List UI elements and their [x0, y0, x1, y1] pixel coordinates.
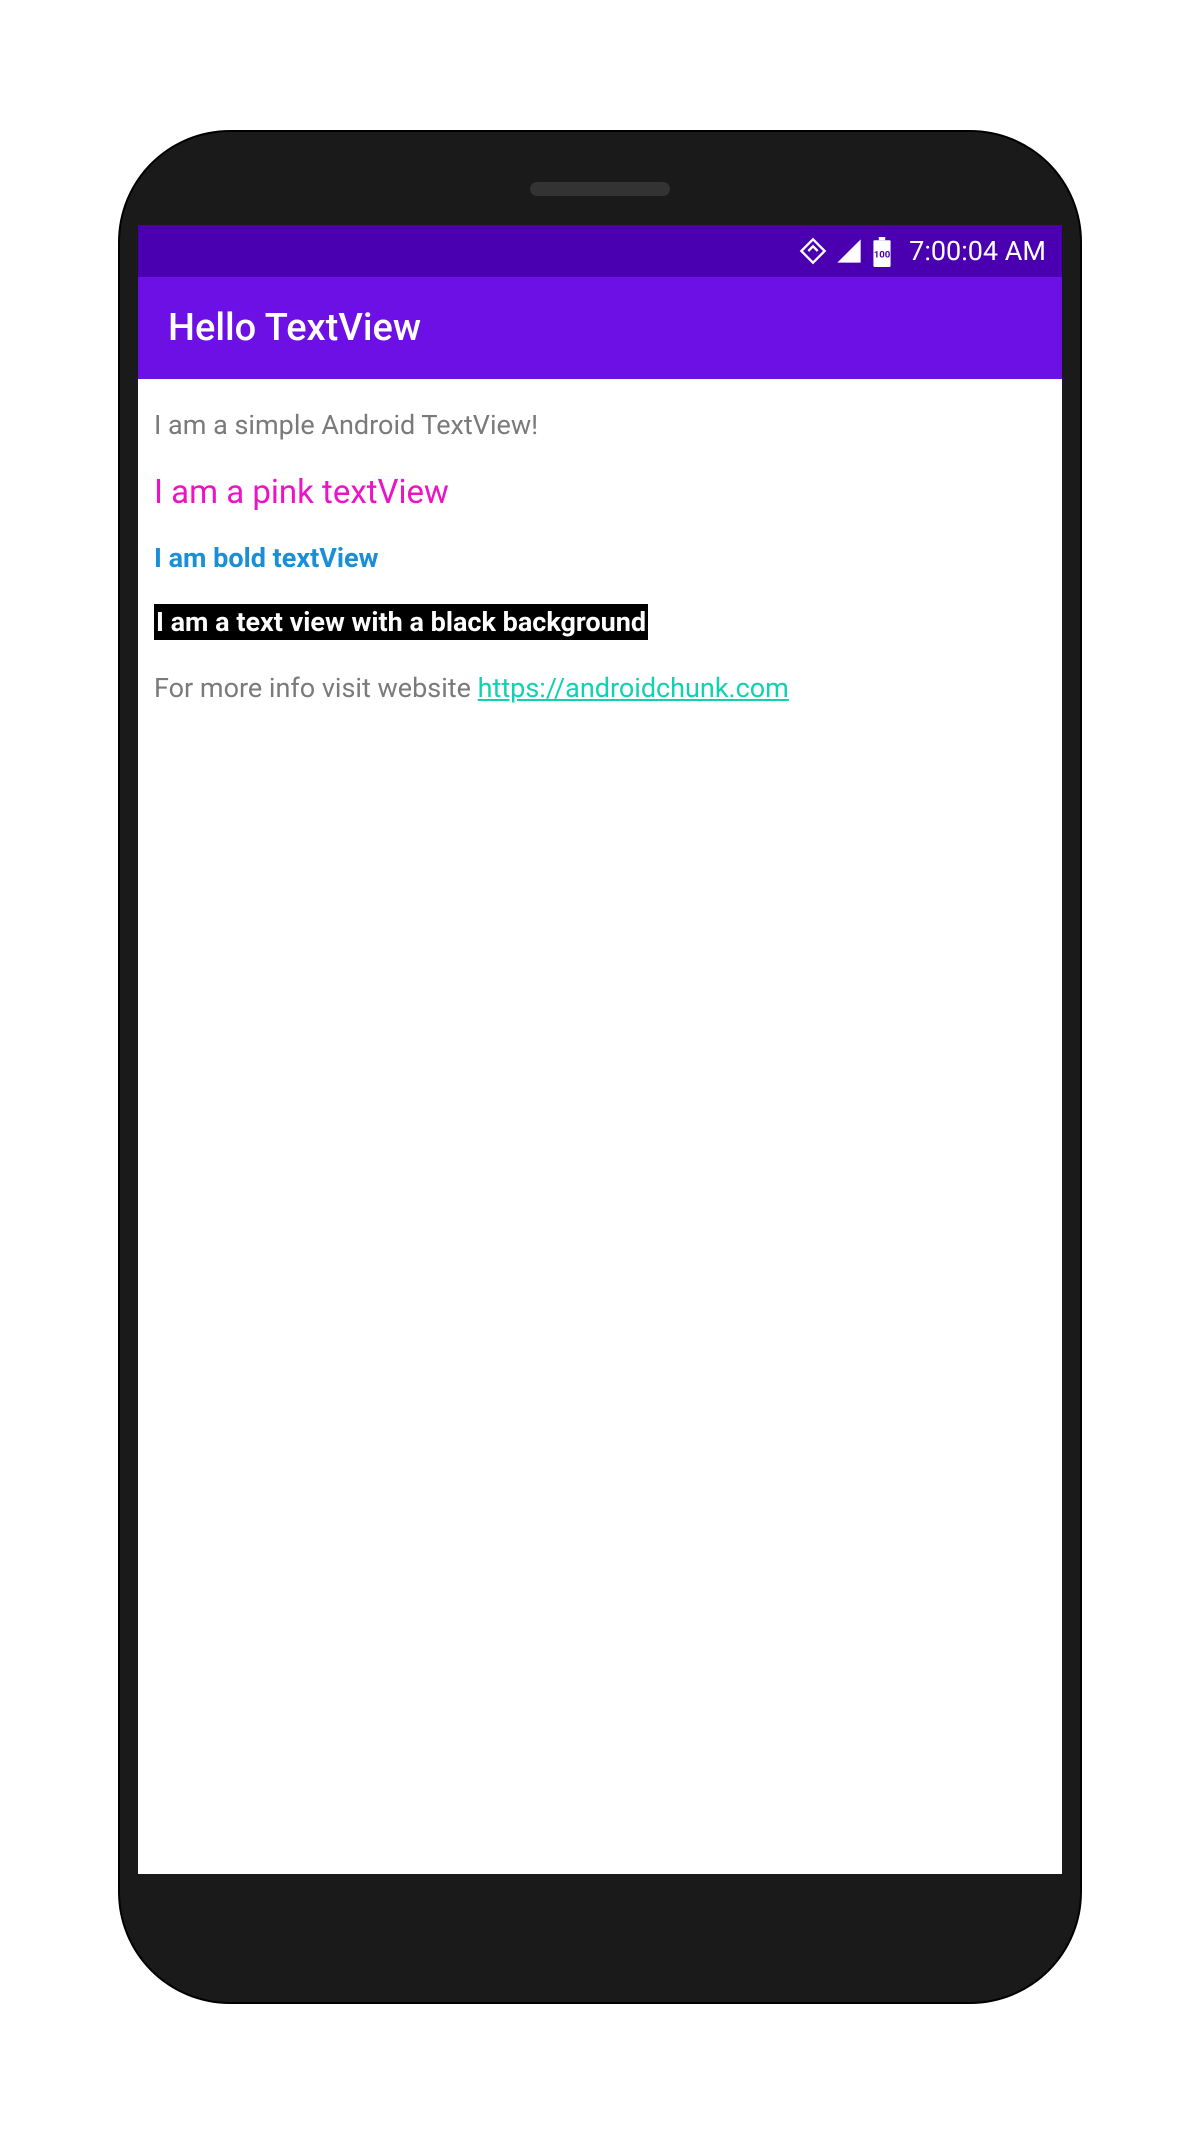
status-icons: 100: [799, 237, 895, 265]
info-prefix-text: For more info visit website: [154, 672, 478, 704]
cellular-signal-icon: [835, 237, 863, 265]
textview-black-background: I am a text view with a black background: [154, 604, 648, 640]
textview-bold: I am bold textView: [154, 542, 1046, 574]
app-bar: Hello TextView: [138, 277, 1062, 379]
textview-pink: I am a pink textView: [154, 473, 1046, 512]
screen: 100 7:00:04 AM Hello TextView I am a sim…: [138, 225, 1062, 1874]
textview-simple: I am a simple Android TextView!: [154, 409, 1046, 441]
content-area: I am a simple Android TextView! I am a p…: [138, 379, 1062, 1874]
status-time: 7:00:04 AM: [909, 235, 1046, 267]
app-title: Hello TextView: [168, 306, 421, 350]
phone-inner: 100 7:00:04 AM Hello TextView I am a sim…: [138, 150, 1062, 1984]
website-link[interactable]: https://androidchunk.com: [478, 672, 789, 704]
battery-icon: 100: [871, 237, 895, 265]
svg-text:100: 100: [874, 249, 891, 260]
status-bar: 100 7:00:04 AM: [138, 225, 1062, 277]
notification-diamond-icon: [799, 237, 827, 265]
textview-info: For more info visit website https://andr…: [154, 672, 1046, 704]
phone-frame: 100 7:00:04 AM Hello TextView I am a sim…: [120, 132, 1080, 2002]
phone-speaker: [530, 182, 670, 196]
